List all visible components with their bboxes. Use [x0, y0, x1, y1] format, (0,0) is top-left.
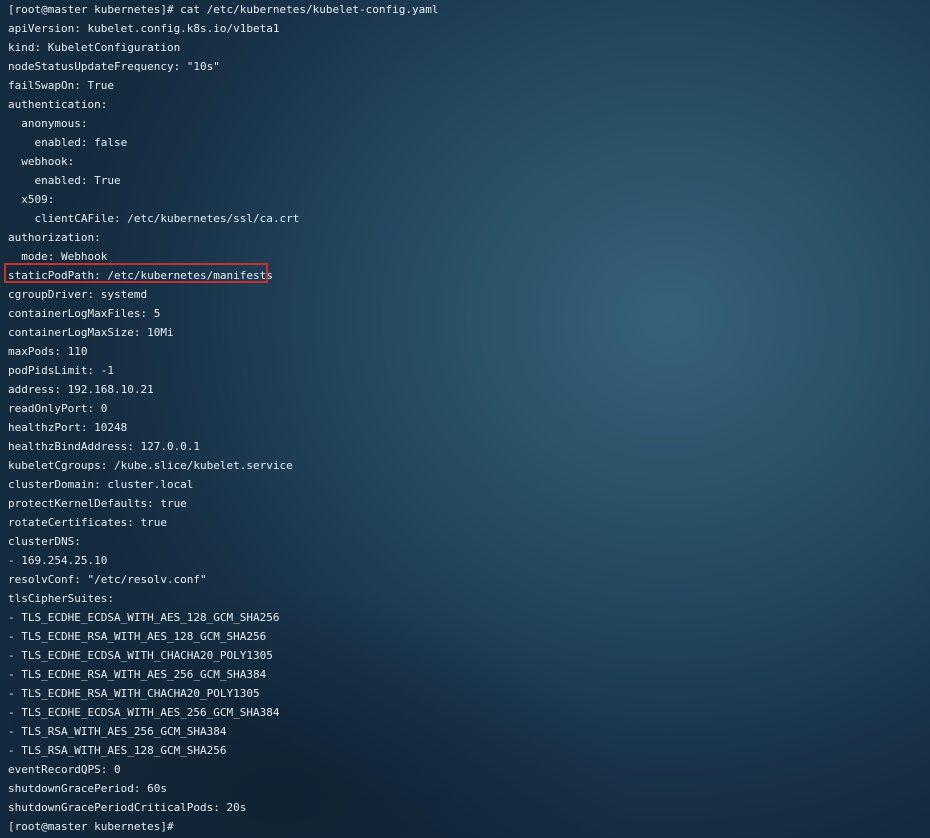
yaml-line: - TLS_ECDHE_ECDSA_WITH_AES_128_GCM_SHA25… [8, 611, 280, 624]
text-cursor [180, 821, 187, 834]
yaml-line: cgroupDriver: systemd [8, 288, 148, 301]
yaml-line: tlsCipherSuites: [8, 592, 114, 605]
yaml-line: - TLS_ECDHE_ECDSA_WITH_CHACHA20_POLY1305 [8, 649, 273, 662]
yaml-line: clusterDNS: [8, 535, 81, 548]
yaml-line: resolvConf: "/etc/resolv.conf" [8, 573, 207, 586]
yaml-line: apiVersion: kubelet.config.k8s.io/v1beta… [8, 22, 280, 35]
yaml-line: - TLS_RSA_WITH_AES_256_GCM_SHA384 [8, 725, 227, 738]
yaml-line: kind: KubeletConfiguration [8, 41, 181, 54]
yaml-line: clusterDomain: cluster.local [8, 478, 194, 491]
final-prompt[interactable]: [root@master kubernetes]# [8, 817, 438, 836]
yaml-line: address: 192.168.10.21 [8, 383, 154, 396]
terminal-output: [root@master kubernetes]# cat /etc/kuber… [8, 0, 438, 836]
yaml-line: healthzPort: 10248 [8, 421, 128, 434]
yaml-line: - 169.254.25.10 [8, 554, 108, 567]
yaml-line: authorization: [8, 231, 101, 244]
yaml-line: nodeStatusUpdateFrequency: "10s" [8, 60, 220, 73]
command-line: [root@master kubernetes]# cat /etc/kuber… [8, 3, 439, 16]
yaml-line: clientCAFile: /etc/kubernetes/ssl/ca.crt [8, 212, 300, 225]
yaml-line: eventRecordQPS: 0 [8, 763, 121, 776]
yaml-line: shutdownGracePeriodCriticalPods: 20s [8, 801, 247, 814]
yaml-line: rotateCertificates: true [8, 516, 167, 529]
yaml-line: protectKernelDefaults: true [8, 497, 187, 510]
yaml-line: containerLogMaxSize: 10Mi [8, 326, 174, 339]
yaml-line: authentication: [8, 98, 108, 111]
highlight-box [4, 263, 268, 283]
yaml-line: enabled: false [8, 136, 128, 149]
yaml-line: enabled: True [8, 174, 121, 187]
yaml-line: - TLS_ECDHE_ECDSA_WITH_AES_256_GCM_SHA38… [8, 706, 280, 719]
yaml-line: failSwapOn: True [8, 79, 114, 92]
prompt-text: [root@master kubernetes]# [8, 820, 181, 833]
yaml-line: containerLogMaxFiles: 5 [8, 307, 161, 320]
yaml-line: x509: [8, 193, 55, 206]
yaml-line: - TLS_ECDHE_RSA_WITH_AES_128_GCM_SHA256 [8, 630, 267, 643]
yaml-line: readOnlyPort: 0 [8, 402, 108, 415]
yaml-line: shutdownGracePeriod: 60s [8, 782, 167, 795]
yaml-line: anonymous: [8, 117, 88, 130]
yaml-line: kubeletCgroups: /kube.slice/kubelet.serv… [8, 459, 293, 472]
yaml-line: maxPods: 110 [8, 345, 88, 358]
yaml-line: webhook: [8, 155, 75, 168]
yaml-line: - TLS_ECDHE_RSA_WITH_CHACHA20_POLY1305 [8, 687, 260, 700]
yaml-line: - TLS_RSA_WITH_AES_128_GCM_SHA256 [8, 744, 227, 757]
yaml-line: podPidsLimit: -1 [8, 364, 114, 377]
yaml-line: - TLS_ECDHE_RSA_WITH_AES_256_GCM_SHA384 [8, 668, 267, 681]
terminal-window[interactable]: [root@master kubernetes]# cat /etc/kuber… [0, 0, 930, 838]
yaml-line: healthzBindAddress: 127.0.0.1 [8, 440, 201, 453]
